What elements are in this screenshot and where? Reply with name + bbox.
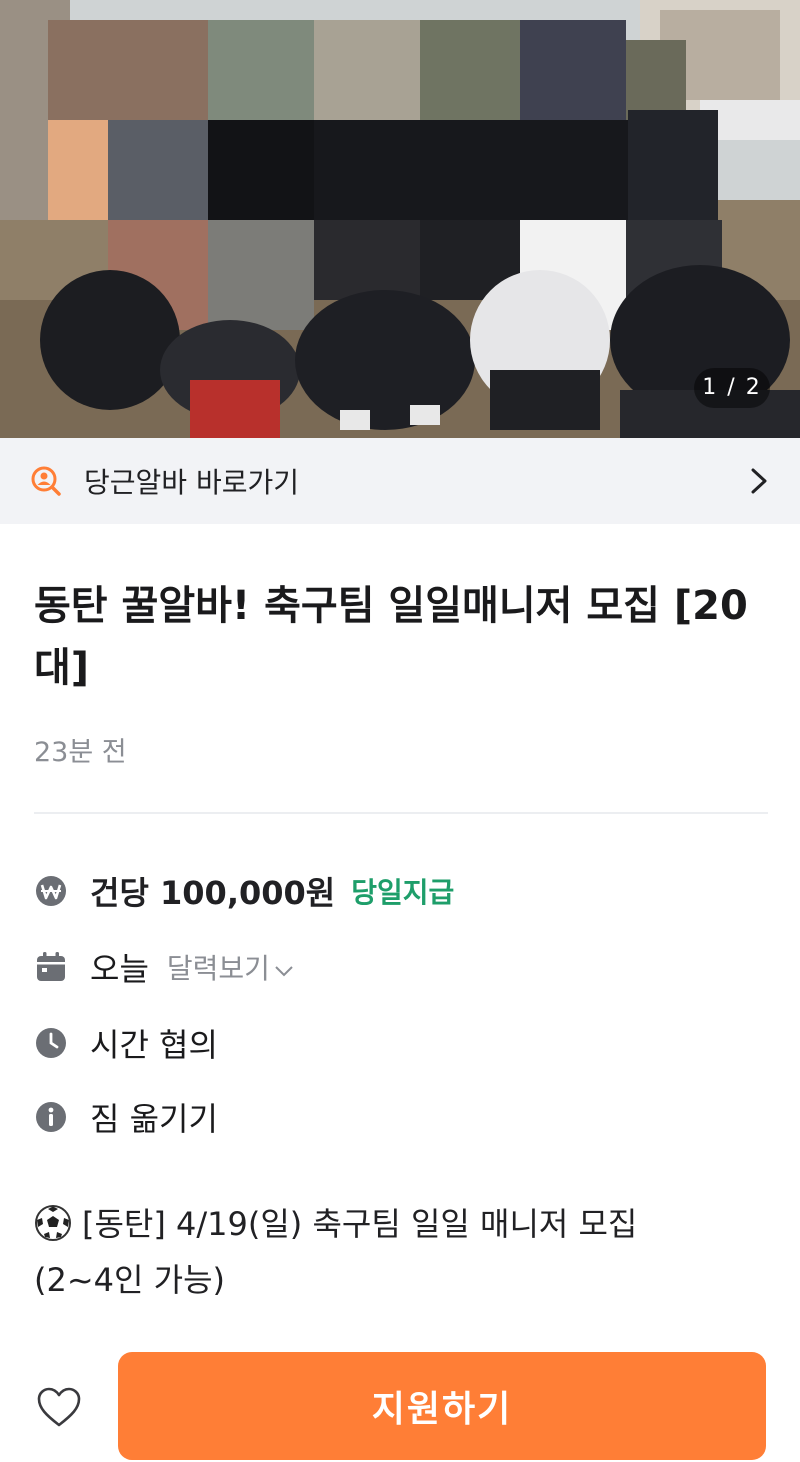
time-row: 시간 협의	[34, 1020, 218, 1066]
description-line-1: [동탄] 4/19(일) 축구팀 일일 매니저 모집	[82, 1205, 638, 1243]
pay-row: 건당 100,000원 당일지급	[34, 868, 454, 914]
chevron-down-icon	[275, 966, 293, 977]
clock-icon	[34, 1026, 68, 1060]
calendar-view-link[interactable]: 달력보기	[167, 947, 294, 987]
post-description: [동탄] 4/19(일) 축구팀 일일 매니저 모집 (2~4인 가능)	[34, 1196, 774, 1308]
shortcut-label: 당근알바 바로가기	[84, 466, 299, 499]
pay-amount: 건당 100,000원	[90, 874, 336, 912]
calendar-icon	[34, 950, 68, 984]
post-time-ago: 23분 전	[34, 737, 127, 768]
soccer-ball-icon	[35, 1205, 71, 1241]
apply-button[interactable]: 지원하기	[118, 1352, 766, 1460]
photo-image	[0, 0, 800, 438]
post-title: 동탄 꿀알바! 축구팀 일일매니저 모집 [20대]	[34, 583, 748, 691]
task-value: 짐 옮기기	[90, 1100, 218, 1138]
date-row: 오늘 달력보기	[34, 944, 294, 990]
info-icon	[34, 1100, 68, 1134]
divider	[34, 812, 768, 814]
post-photo[interactable]: 1 / 2	[0, 0, 800, 438]
photo-page-indicator: 1 / 2	[694, 368, 770, 408]
calendar-view-label: 달력보기	[166, 952, 270, 985]
task-row: 짐 옮기기	[34, 1094, 218, 1140]
chevron-right-icon	[751, 468, 767, 494]
same-day-pay-badge: 당일지급	[351, 876, 455, 909]
heart-icon[interactable]	[36, 1385, 82, 1431]
search-person-icon	[31, 466, 61, 496]
won-icon	[34, 874, 68, 908]
time-value: 시간 협의	[90, 1026, 218, 1064]
albamon-shortcut-bar[interactable]: 당근알바 바로가기	[0, 438, 800, 524]
description-line-2: (2~4인 가능)	[34, 1261, 225, 1299]
date-value: 오늘	[90, 950, 149, 988]
